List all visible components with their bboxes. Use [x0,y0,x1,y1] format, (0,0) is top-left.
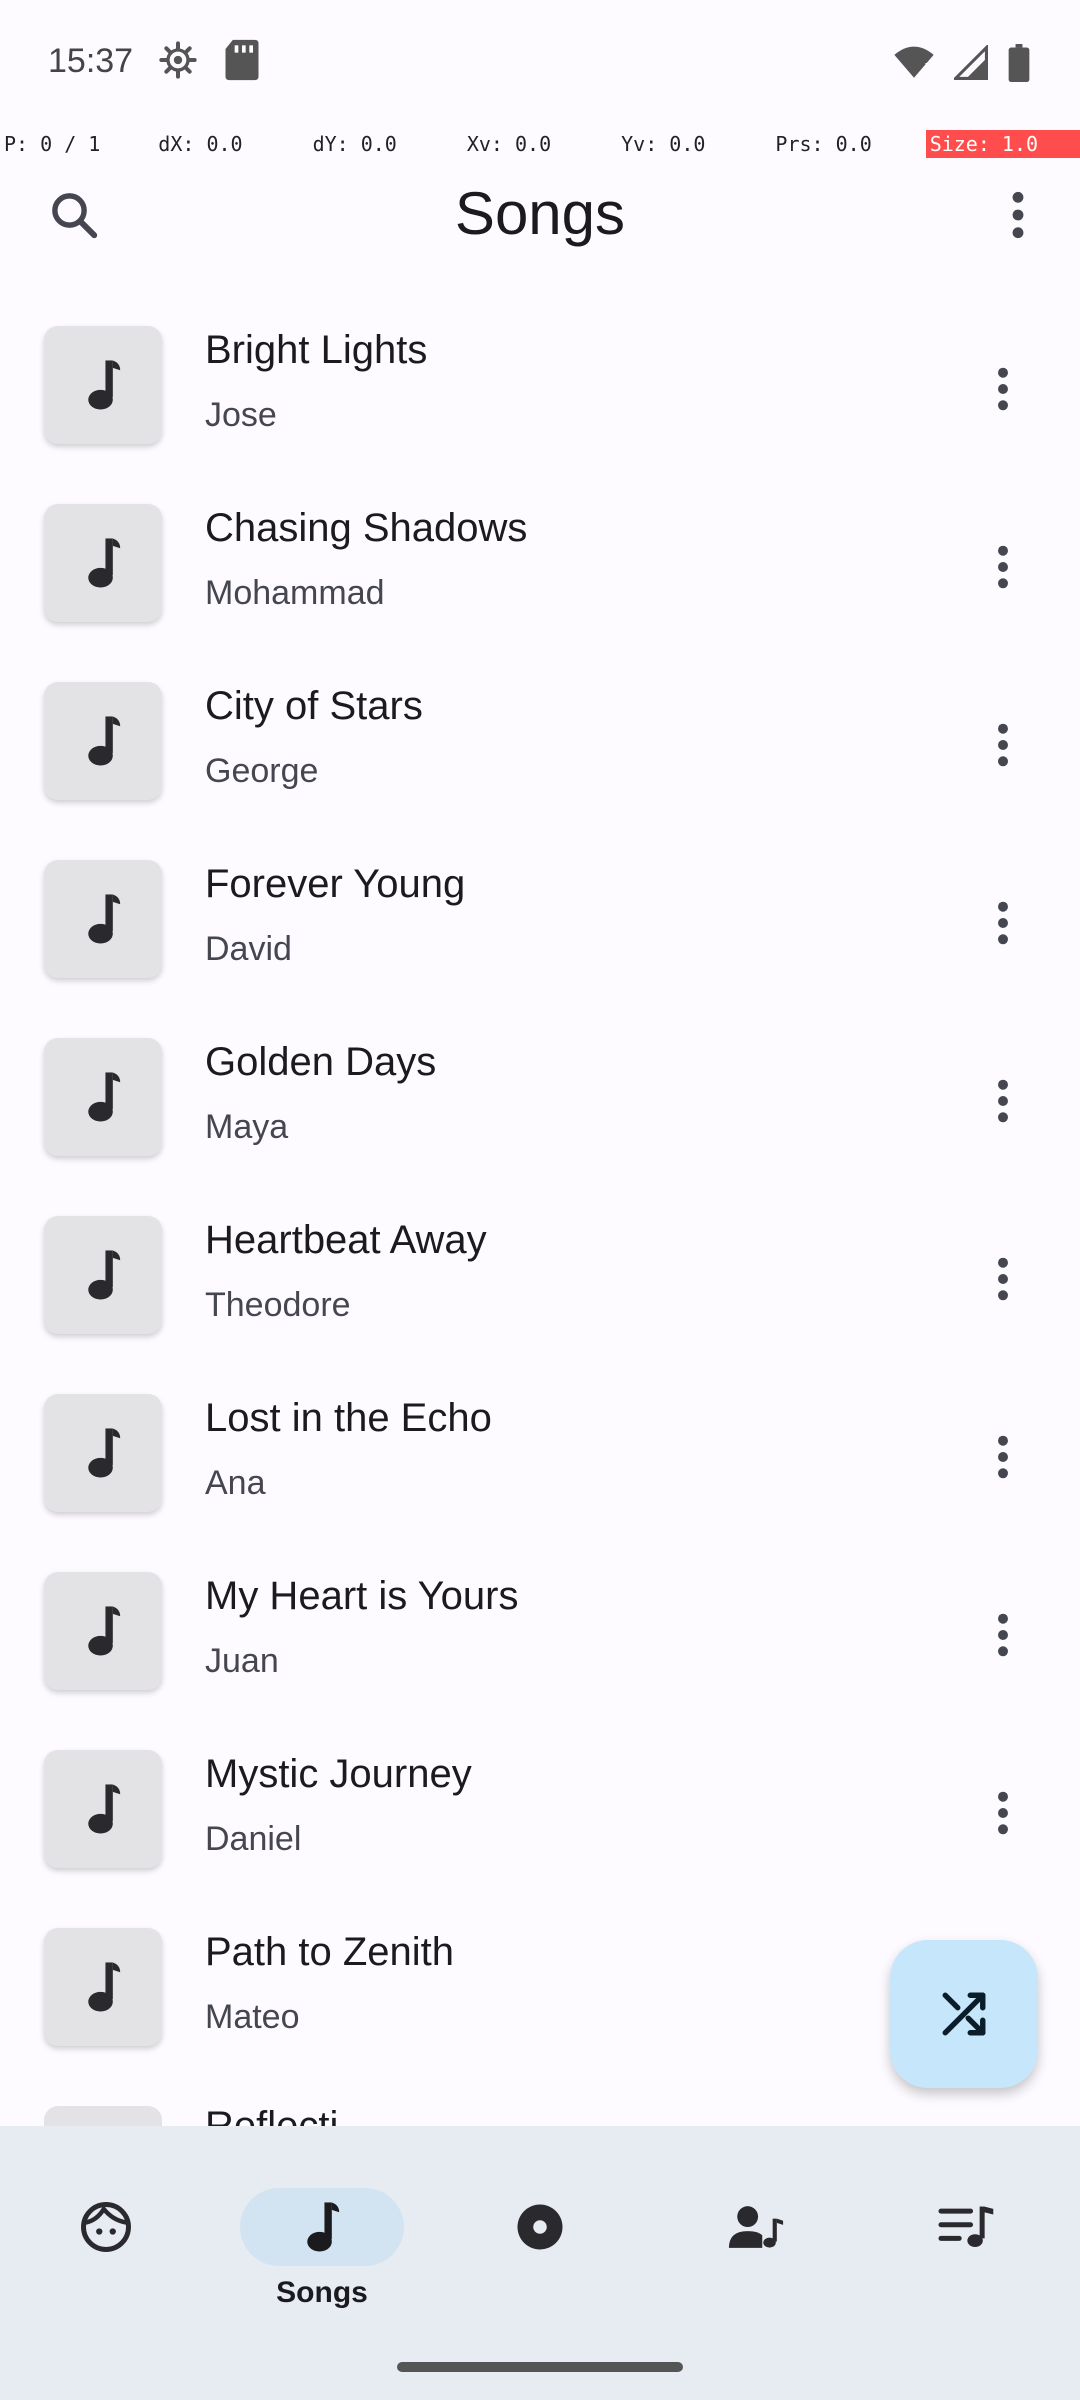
pointer-yv: Yv: 0.0 [621,132,706,156]
music-note-icon [302,2200,342,2254]
nav-pill [884,2188,1048,2266]
nav-pill [24,2188,188,2266]
song-row[interactable]: City of Stars George [0,652,1080,830]
song-artist: David [205,930,292,968]
song-title: My Heart is Yours [205,1574,519,1618]
more-vert-icon[interactable] [968,1600,1038,1670]
playlist-icon [936,2202,996,2252]
more-vert-icon[interactable] [968,1066,1038,1136]
song-artist: Mateo [205,1998,300,2036]
more-vert-icon[interactable] [968,1422,1038,1492]
song-title: Bright Lights [205,328,428,372]
status-left-icons [158,38,262,82]
nav-pill [674,2188,838,2266]
gesture-handle[interactable] [397,2362,683,2372]
music-note-icon [44,682,162,800]
song-title: Forever Young [205,862,466,906]
nav-item-albums[interactable] [460,2156,620,2316]
song-row[interactable]: Lost in the Echo Ana [0,1364,1080,1542]
pointer-size: Size: 1.0 [925,130,1080,158]
status-bar: 15:37 [0,0,1080,128]
music-note-icon [44,1394,162,1512]
song-list: Bright Lights Jose Chasing Shadows Moham… [0,296,1080,2076]
song-artist: Daniel [205,1820,302,1858]
song-artist: Mohammad [205,574,385,612]
more-vert-icon[interactable] [988,185,1048,245]
music-note-icon [44,1216,162,1334]
music-note-icon [44,1750,162,1868]
nav-item-playlists[interactable] [886,2156,1046,2316]
artist-icon [728,2202,784,2252]
song-artist: Maya [205,1108,289,1146]
pointer-pressure: Prs: 0.0 [775,132,872,156]
music-note-icon [44,1928,162,2046]
bottom-navigation: Songs [0,2126,1080,2400]
nav-pill-active [240,2188,404,2266]
song-row[interactable]: Golden Days Maya [0,1008,1080,1186]
status-right-icons [894,44,1030,82]
music-note-icon [44,2106,162,2126]
more-vert-icon[interactable] [968,1244,1038,1314]
shuffle-icon [939,1989,989,2039]
nav-pill [458,2188,622,2266]
battery-icon [1008,44,1030,82]
music-note-icon [44,1572,162,1690]
more-vert-icon[interactable] [968,532,1038,602]
nav-item-songs[interactable]: Songs [240,2156,404,2316]
shuffle-button[interactable] [890,1940,1038,2088]
song-title: City of Stars [205,684,423,728]
pointer-dx: dX: 0.0 [158,132,243,156]
music-note-icon [44,326,162,444]
song-title: Lost in the Echo [205,1396,492,1440]
song-row[interactable]: Mystic Journey Daniel [0,1720,1080,1898]
nav-label-songs: Songs [276,2276,368,2309]
sd-card-icon [222,38,262,82]
song-artist: Juan [205,1642,279,1680]
more-vert-icon[interactable] [968,354,1038,424]
music-app-screen: 15:37 P: 0 / 1 dX: 0.0 dY: 0.0 Xv: 0.0 Y… [0,0,1080,2400]
song-artist: Theodore [205,1286,351,1324]
song-artist: George [205,752,319,790]
top-app-bar: Songs [0,165,1080,265]
song-row[interactable]: Heartbeat Away Theodore [0,1186,1080,1364]
more-vert-icon[interactable] [968,1778,1038,1848]
song-title: Reflecti... [205,2104,372,2126]
song-title: Golden Days [205,1040,437,1084]
wifi-alert-icon [894,45,934,81]
signal-icon [954,45,988,81]
music-note-icon [44,1038,162,1156]
song-row[interactable]: My Heart is Yours Juan [0,1542,1080,1720]
album-icon [513,2200,567,2254]
face-icon [79,2200,133,2254]
nav-item-for-you[interactable] [26,2156,186,2316]
song-title: Mystic Journey [205,1752,472,1796]
song-row[interactable]: Chasing Shadows Mohammad [0,474,1080,652]
more-vert-icon[interactable] [968,888,1038,958]
song-title: Path to Zenith [205,1930,455,1974]
more-vert-icon[interactable] [968,710,1038,780]
page-title: Songs [454,180,626,247]
nav-item-artists[interactable] [676,2156,836,2316]
song-title: Heartbeat Away [205,1218,487,1262]
song-row[interactable]: Bright Lights Jose [0,296,1080,474]
music-note-icon [44,504,162,622]
song-title: Chasing Shadows [205,506,528,550]
music-note-icon [44,860,162,978]
pointer-info-bar: P: 0 / 1 dX: 0.0 dY: 0.0 Xv: 0.0 Yv: 0.0… [0,130,1080,158]
pointer-xv: Xv: 0.0 [466,132,552,156]
settings-icon [158,38,198,82]
song-artist: Jose [205,396,277,434]
status-time: 15:37 [48,42,134,80]
pointer-count: P: 0 / 1 [4,132,101,156]
pointer-dy: dY: 0.0 [312,132,397,156]
song-row[interactable]: Forever Young David [0,830,1080,1008]
song-artist: Ana [205,1464,266,1502]
